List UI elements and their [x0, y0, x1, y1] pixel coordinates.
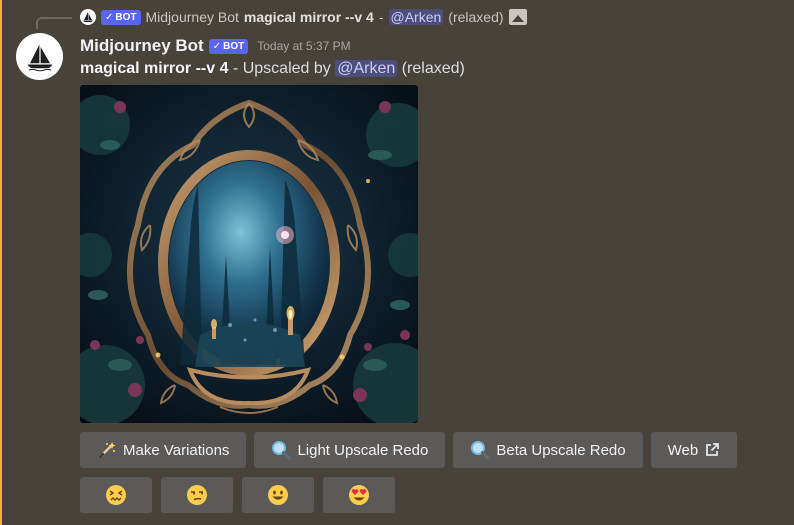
beta-upscale-redo-button[interactable]: Beta Upscale Redo	[453, 432, 643, 468]
sailboat-icon	[27, 44, 52, 71]
message-content: magical mirror --v 4 - Upscaled by @Arke…	[80, 60, 465, 78]
reply-spine	[36, 17, 72, 29]
action-buttons: Make Variations Light Upscale Redo Beta …	[80, 432, 738, 468]
reaction-heart-eyes[interactable]	[323, 477, 395, 513]
beta-upscale-redo-label: Beta Upscale Redo	[496, 441, 626, 459]
reaction-confounded[interactable]	[80, 477, 152, 513]
reply-avatar[interactable]	[80, 9, 96, 25]
message-mode: (relaxed)	[401, 60, 465, 77]
make-variations-label: Make Variations	[123, 441, 230, 459]
reply-mention[interactable]: @Arken	[388, 9, 444, 25]
message-highlight-bar	[0, 0, 2, 525]
message-prompt: magical mirror --v 4	[80, 60, 229, 77]
confounded-face-icon	[106, 485, 126, 505]
magnifier-icon	[272, 441, 291, 460]
reaction-buttons	[80, 477, 395, 513]
web-button[interactable]: Web	[650, 432, 738, 468]
reply-reference[interactable]: ✓ BOT Midjourney Bot magical mirror --v 4…	[80, 7, 527, 27]
verified-check-icon: ✓	[212, 40, 222, 52]
bot-tag-label: BOT	[115, 11, 137, 23]
magical-mirror-image	[80, 85, 418, 423]
avatar[interactable]	[16, 33, 63, 80]
timestamp[interactable]: Today at 5:37 PM	[257, 39, 350, 53]
reply-username[interactable]: Midjourney Bot	[146, 9, 239, 25]
make-variations-button[interactable]: Make Variations	[80, 432, 247, 468]
magnifier-icon	[471, 441, 490, 460]
generated-image[interactable]	[80, 85, 418, 423]
light-upscale-redo-label: Light Upscale Redo	[297, 441, 429, 459]
sailboat-icon	[83, 12, 93, 22]
bot-tag: ✓ BOT	[101, 9, 141, 25]
reply-prompt: magical mirror --v 4	[243, 9, 374, 25]
verified-check-icon: ✓	[105, 11, 114, 23]
message-mention[interactable]: @Arken	[335, 60, 398, 77]
reaction-unamused[interactable]	[161, 477, 233, 513]
smiling-face-icon	[268, 485, 288, 505]
heart-eyes-face-icon	[349, 485, 369, 505]
reply-separator: -	[378, 9, 384, 25]
magic-wand-icon	[98, 442, 116, 459]
reply-mode: (relaxed)	[448, 9, 504, 25]
bot-tag-label: BOT	[223, 40, 245, 52]
upscaled-text: - Upscaled by	[228, 60, 336, 77]
username[interactable]: Midjourney Bot	[80, 36, 204, 56]
message-header: Midjourney Bot ✓ BOT Today at 5:37 PM	[80, 35, 351, 57]
reaction-smile[interactable]	[242, 477, 314, 513]
image-attachment-icon	[508, 9, 527, 25]
light-upscale-redo-button[interactable]: Light Upscale Redo	[254, 432, 446, 468]
web-label: Web	[667, 441, 699, 459]
unamused-face-icon	[187, 485, 207, 505]
bot-tag: ✓ BOT	[208, 38, 249, 54]
external-link-icon	[706, 443, 720, 456]
